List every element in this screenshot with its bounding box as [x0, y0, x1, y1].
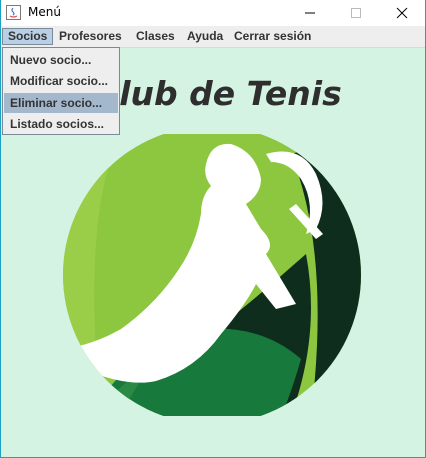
menu-item-listado-socios[interactable]: Listado socios...	[4, 114, 118, 134]
menu-socios[interactable]: Socios	[2, 28, 54, 45]
page-title: Club de Tenis	[95, 74, 342, 113]
maximize-button[interactable]	[333, 0, 379, 26]
menu-cerrar-sesion[interactable]: Cerrar sesión	[229, 28, 316, 45]
minimize-button[interactable]	[287, 0, 333, 26]
menu-item-nuevo-socio[interactable]: Nuevo socio...	[4, 50, 118, 70]
tennis-player-logo-icon	[63, 134, 361, 416]
menu-profesores[interactable]: Profesores	[54, 28, 127, 45]
socios-dropdown-menu: Nuevo socio... Modificar socio... Elimin…	[2, 47, 120, 135]
title-bar: Menú	[1, 0, 425, 26]
menu-item-modificar-socio[interactable]: Modificar socio...	[4, 71, 118, 91]
close-icon	[396, 7, 408, 19]
window-title: Menú	[28, 5, 61, 19]
app-window: Menú Socios Profesores Clases Ayuda Cerr…	[0, 0, 426, 458]
menu-item-eliminar-socio[interactable]: Eliminar socio...	[4, 93, 118, 113]
menu-bar: Socios Profesores Clases Ayuda Cerrar se…	[1, 26, 425, 48]
java-app-icon	[6, 5, 21, 20]
menu-clases[interactable]: Clases	[131, 28, 180, 45]
maximize-icon	[351, 8, 361, 18]
close-button[interactable]	[379, 0, 425, 26]
menu-ayuda[interactable]: Ayuda	[182, 28, 228, 45]
minimize-icon	[305, 12, 315, 14]
